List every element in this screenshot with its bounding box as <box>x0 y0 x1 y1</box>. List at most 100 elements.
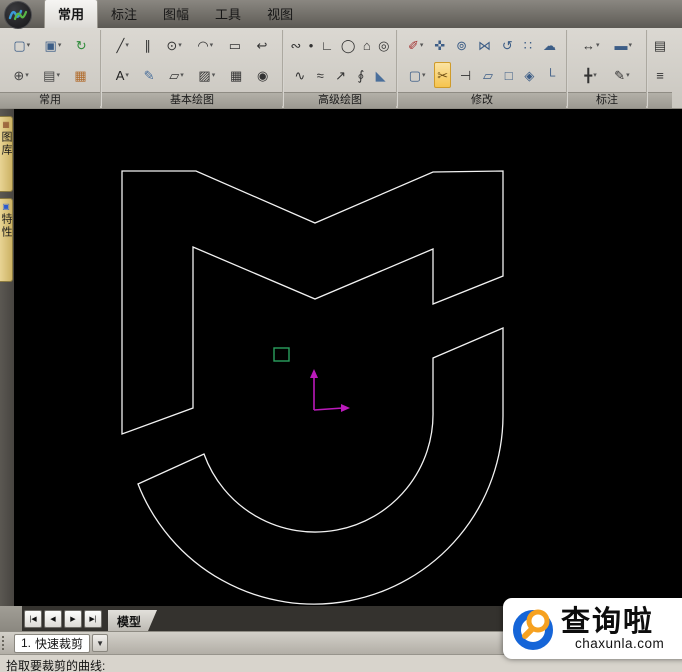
line-icon-dropdown[interactable]: ▾ <box>125 41 129 49</box>
zigzag-icon[interactable]: ≈ <box>314 62 327 88</box>
trim-icon[interactable]: ✂ <box>434 62 451 88</box>
group-label-标注: 标注 <box>568 92 646 108</box>
dimension-icon[interactable]: ↔▾ <box>579 32 603 58</box>
point-icon[interactable]: • <box>306 32 317 58</box>
canvas-background <box>14 109 682 606</box>
offset-icon-glyph: □ <box>505 69 513 82</box>
dim-style-icon-dropdown[interactable]: ▾ <box>628 41 632 49</box>
circle-icon-dropdown[interactable]: ▾ <box>178 41 182 49</box>
model-tab[interactable]: 模型 <box>108 610 157 631</box>
angle-line-icon[interactable]: ∟ <box>318 32 337 58</box>
display-icon[interactable]: ▦ <box>71 62 89 88</box>
paste-icon-dropdown[interactable]: ▾ <box>58 41 62 49</box>
dim-style-icon-glyph: ▬ <box>614 39 627 52</box>
ellipse2-icon[interactable]: ◯ <box>338 32 359 58</box>
copy-icon[interactable]: ▢▾ <box>10 32 33 58</box>
polyline-icon[interactable]: ↩ <box>254 32 271 58</box>
side-tab-特性[interactable]: ▣特性 <box>0 198 13 282</box>
offset-icon[interactable]: □ <box>502 62 516 88</box>
dim-edit-icon[interactable]: ✎▾ <box>611 62 632 88</box>
polyline-icon-glyph: ↩ <box>257 39 268 52</box>
text-icon-dropdown[interactable]: ▾ <box>125 71 129 79</box>
menu-tab-视图[interactable]: 视图 <box>254 0 306 28</box>
rectangle-icon[interactable]: ▭ <box>226 32 244 58</box>
sheet-icon[interactable]: ▤ <box>651 32 669 58</box>
rotate-icon[interactable]: ↺ <box>499 32 516 58</box>
command-bar-grip[interactable] <box>2 636 9 650</box>
sketch-icon-glyph: ✎ <box>144 69 155 82</box>
preview-icon-dropdown[interactable]: ▾ <box>56 71 60 79</box>
group-label-常用: 常用 <box>0 92 100 108</box>
watermark: 查询啦 chaxunla.com <box>503 598 682 659</box>
library-icon: ▦ <box>2 120 10 129</box>
sketch-icon[interactable]: ✎ <box>141 62 158 88</box>
hatch-icon-glyph: ▨ <box>198 69 210 82</box>
hatch-icon-dropdown[interactable]: ▾ <box>212 71 216 79</box>
copy-icon-dropdown[interactable]: ▾ <box>27 41 31 49</box>
refresh-icon-glyph: ↻ <box>76 39 87 52</box>
explode-icon[interactable]: ◈ <box>521 62 537 88</box>
arc-icon[interactable]: ◠▾ <box>194 32 216 58</box>
fillet-icon[interactable]: └ <box>543 62 558 88</box>
stretch-icon[interactable]: ▱ <box>480 62 496 88</box>
solid-icon[interactable]: ◣ <box>373 62 389 88</box>
command-dropdown-button[interactable]: ▼ <box>92 634 108 652</box>
dimension-icon-dropdown[interactable]: ▾ <box>596 41 600 49</box>
group-label-修改: 修改 <box>398 92 566 108</box>
zoom-icon[interactable]: ⊕▾ <box>10 62 31 88</box>
line-icon[interactable]: ╱▾ <box>114 32 132 58</box>
menu-icon[interactable]: ≡ <box>653 62 667 88</box>
command-input[interactable]: 1. 快速裁剪 <box>14 634 90 653</box>
parallel-icon[interactable]: ∥ <box>141 32 154 58</box>
first-sheet-button[interactable]: |◀ <box>24 610 42 628</box>
dim-edit-icon-dropdown[interactable]: ▾ <box>626 71 630 79</box>
preview-icon[interactable]: ▤▾ <box>40 62 63 88</box>
ribbon-group-常用: ▢▾▣▾↻⊕▾▤▾▦常用 <box>0 28 100 108</box>
dim-style-icon[interactable]: ▬▾ <box>611 32 635 58</box>
copy-icon-glyph: ▢ <box>13 39 25 52</box>
arc-icon-dropdown[interactable]: ▾ <box>210 41 214 49</box>
erase-icon[interactable]: ✐▾ <box>405 32 426 58</box>
text-icon[interactable]: A▾ <box>113 62 132 88</box>
ellipse-icon-dropdown[interactable]: ▾ <box>180 71 184 79</box>
wave-icon[interactable]: ∿ <box>291 62 308 88</box>
copy2-icon[interactable]: ⊚ <box>453 32 470 58</box>
wave-icon-glyph: ∿ <box>294 69 305 82</box>
last-sheet-button[interactable]: ▶| <box>84 610 102 628</box>
side-tab-图库[interactable]: ▦图库 <box>0 116 13 192</box>
coordinate-icon-dropdown[interactable]: ▾ <box>593 71 597 79</box>
menu-tab-标注[interactable]: 标注 <box>98 0 150 28</box>
arrow-icon[interactable]: ↗ <box>332 62 349 88</box>
curve-icon[interactable]: ∾ <box>287 32 304 58</box>
cloud-icon[interactable]: ☁ <box>540 32 559 58</box>
zoom-icon-dropdown[interactable]: ▾ <box>25 71 29 79</box>
extend-icon[interactable]: ⊣ <box>457 62 474 88</box>
drawing-canvas[interactable] <box>14 109 682 606</box>
app-logo-icon[interactable] <box>4 1 32 29</box>
array-icon[interactable]: ∷ <box>521 32 535 58</box>
hatch-icon[interactable]: ▨▾ <box>195 62 218 88</box>
contour-icon[interactable]: ∮ <box>354 62 367 88</box>
polygon-icon[interactable]: ⌂ <box>360 32 374 58</box>
prev-sheet-button[interactable]: ◀ <box>44 610 62 628</box>
next-sheet-button[interactable]: ▶ <box>64 610 82 628</box>
ellipse-icon[interactable]: ▱▾ <box>166 62 187 88</box>
menu-tab-常用[interactable]: 常用 <box>44 0 98 28</box>
extend-icon-glyph: ⊣ <box>460 69 471 82</box>
move-icon[interactable]: ✜ <box>431 32 448 58</box>
region-icon[interactable]: ◉ <box>254 62 271 88</box>
revolve-icon[interactable]: ◎ <box>375 32 392 58</box>
select-icon[interactable]: ▢▾ <box>406 62 429 88</box>
command-value: 快速裁剪 <box>35 635 83 652</box>
coordinate-icon[interactable]: ╋▾ <box>581 62 599 88</box>
circle-icon[interactable]: ⊙▾ <box>163 32 184 58</box>
erase-icon-dropdown[interactable]: ▾ <box>420 41 424 49</box>
menu-tab-工具[interactable]: 工具 <box>202 0 254 28</box>
grid-icon[interactable]: ▦ <box>227 62 245 88</box>
paste-icon[interactable]: ▣▾ <box>42 32 65 58</box>
line-icon-glyph: ╱ <box>117 39 125 52</box>
select-icon-dropdown[interactable]: ▾ <box>422 71 426 79</box>
refresh-icon[interactable]: ↻ <box>73 32 90 58</box>
menu-tab-图幅[interactable]: 图幅 <box>150 0 202 28</box>
mirror-icon[interactable]: ⋈ <box>475 32 494 58</box>
